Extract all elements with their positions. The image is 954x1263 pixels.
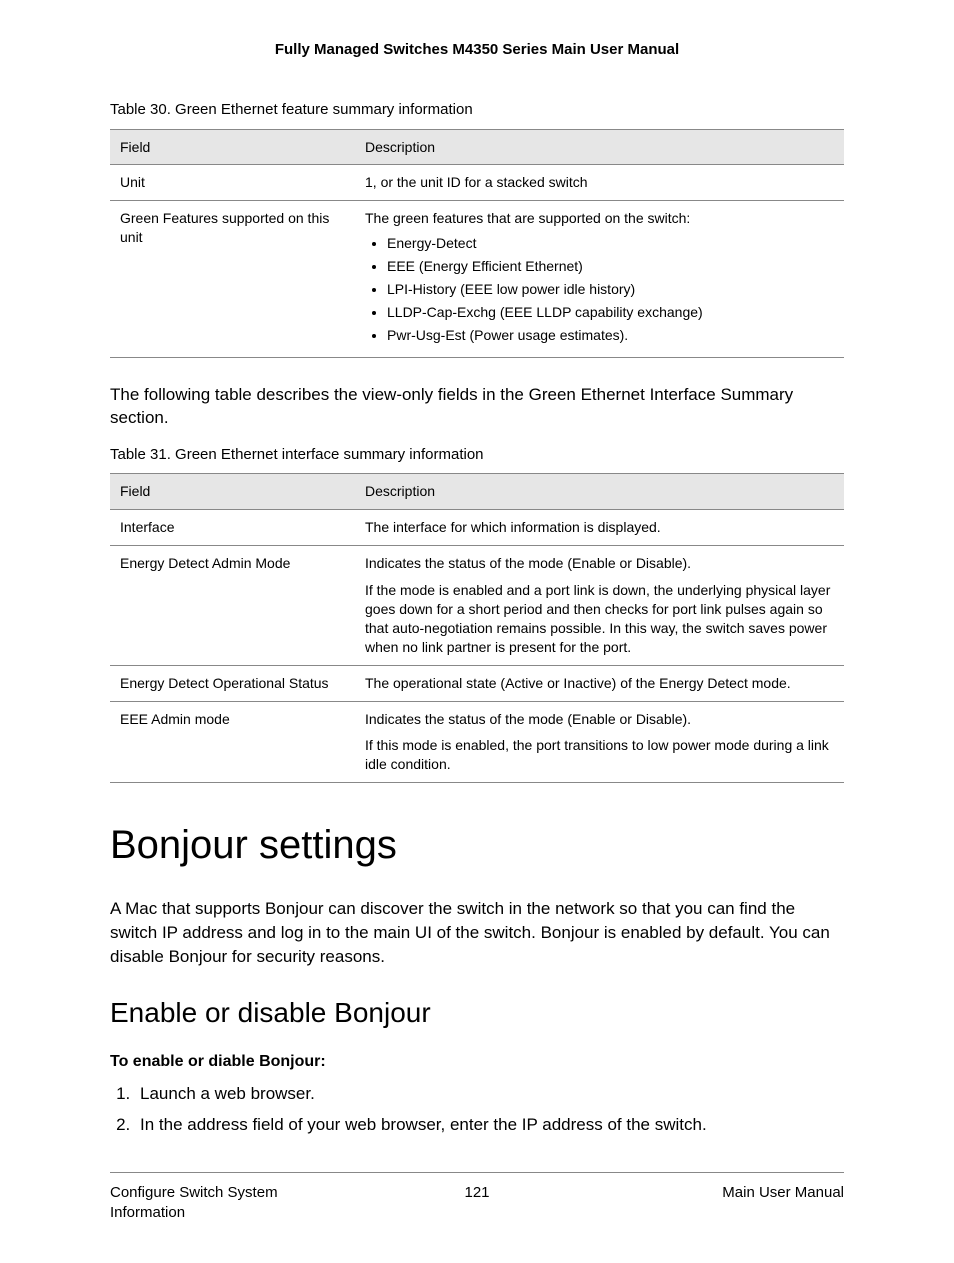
footer-right: Main User Manual [644,1183,844,1224]
desc-line: Indicates the status of the mode (Enable… [365,554,834,573]
desc-line: Indicates the status of the mode (Enable… [365,710,834,729]
cell-desc: 1, or the unit ID for a stacked switch [355,165,844,201]
feature-list: Energy-Detect EEE (Energy Efficient Ethe… [365,234,834,344]
bonjour-intro: A Mac that supports Bonjour can discover… [110,897,844,968]
instruction-heading: To enable or diable Bonjour: [110,1051,844,1073]
list-item: Pwr-Usg-Est (Power usage estimates). [387,326,834,345]
intro-para-table31: The following table describes the view-o… [110,383,844,431]
table-row: Energy Detect Admin Mode Indicates the s… [110,546,844,665]
table-row: Energy Detect Operational Status The ope… [110,665,844,701]
desc-line: If this mode is enabled, the port transi… [365,736,834,774]
table30: Field Description Unit 1, or the unit ID… [110,129,844,358]
list-item: Energy-Detect [387,234,834,253]
cell-field: Energy Detect Operational Status [110,665,355,701]
table-row: Interface The interface for which inform… [110,510,844,546]
desc-line: If the mode is enabled and a port link i… [365,581,834,657]
list-item: LPI-History (EEE low power idle history) [387,280,834,299]
footer-page-number: 121 [310,1183,644,1224]
table31-caption: Table 31. Green Ethernet interface summa… [110,445,844,465]
table-row: EEE Admin mode Indicates the status of t… [110,701,844,783]
cell-desc: The operational state (Active or Inactiv… [355,665,844,701]
footer-left: Configure Switch System Information [110,1183,310,1224]
table-row: Green Features supported on this unit Th… [110,201,844,357]
page-footer: Configure Switch System Information 121 … [110,1172,844,1224]
subsection-enable-disable: Enable or disable Bonjour [110,994,844,1032]
cell-field: Energy Detect Admin Mode [110,546,355,665]
cell-desc: The green features that are supported on… [355,201,844,357]
table30-head-desc: Description [355,129,844,165]
cell-desc: The interface for which information is d… [355,510,844,546]
list-item: LLDP-Cap-Exchg (EEE LLDP capability exch… [387,303,834,322]
step-item: In the address field of your web browser… [135,1114,844,1137]
cell-field: EEE Admin mode [110,701,355,783]
cell-field: Green Features supported on this unit [110,201,355,357]
list-item: EEE (Energy Efficient Ethernet) [387,257,834,276]
section-heading-bonjour: Bonjour settings [110,818,844,872]
step-item: Launch a web browser. [135,1083,844,1106]
table30-head-field: Field [110,129,355,165]
table-row: Unit 1, or the unit ID for a stacked swi… [110,165,844,201]
desc-intro: The green features that are supported on… [365,210,690,226]
table31-head-desc: Description [355,474,844,510]
steps-list: Launch a web browser. In the address fie… [110,1083,844,1137]
cell-desc: Indicates the status of the mode (Enable… [355,546,844,665]
table31-head-field: Field [110,474,355,510]
cell-field: Unit [110,165,355,201]
cell-desc: Indicates the status of the mode (Enable… [355,701,844,783]
table31: Field Description Interface The interfac… [110,473,844,783]
table30-caption: Table 30. Green Ethernet feature summary… [110,100,844,120]
page-header: Fully Managed Switches M4350 Series Main… [110,40,844,60]
cell-field: Interface [110,510,355,546]
